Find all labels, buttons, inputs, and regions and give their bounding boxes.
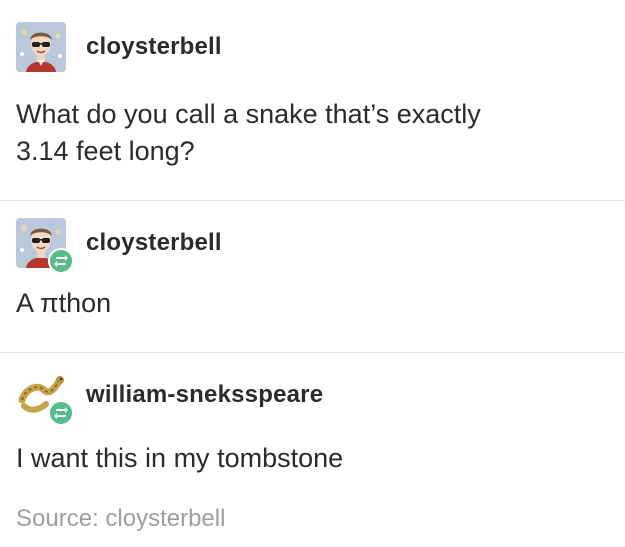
post-header: cloysterbell — [16, 22, 222, 72]
reblog-icon — [48, 400, 74, 426]
post-header: william-sneksspeare — [16, 370, 323, 426]
post-text: What do you call a snake that’s exactly … — [16, 96, 606, 170]
avatar[interactable] — [16, 218, 74, 274]
username[interactable]: cloysterbell — [86, 33, 222, 61]
post-text-line: What do you call a snake that’s exactly — [16, 99, 481, 129]
reblog-icon — [48, 248, 74, 274]
source-link[interactable]: cloysterbell — [105, 505, 225, 532]
username[interactable]: william-sneksspeare — [86, 381, 323, 409]
post-header: cloysterbell — [16, 218, 222, 274]
source-line: Source: cloysterbell — [16, 505, 225, 533]
post-text: A πthon — [16, 288, 112, 318]
divider — [0, 200, 625, 201]
post-text-line: 3.14 feet long? — [16, 136, 195, 166]
person-with-sunglasses-avatar-icon — [16, 22, 66, 72]
avatar[interactable] — [16, 370, 74, 426]
post-text: I want this in my tombstone — [16, 443, 344, 473]
source-label: Source: — [16, 505, 106, 532]
divider — [0, 352, 625, 353]
avatar[interactable] — [16, 22, 66, 72]
username[interactable]: cloysterbell — [86, 229, 222, 257]
